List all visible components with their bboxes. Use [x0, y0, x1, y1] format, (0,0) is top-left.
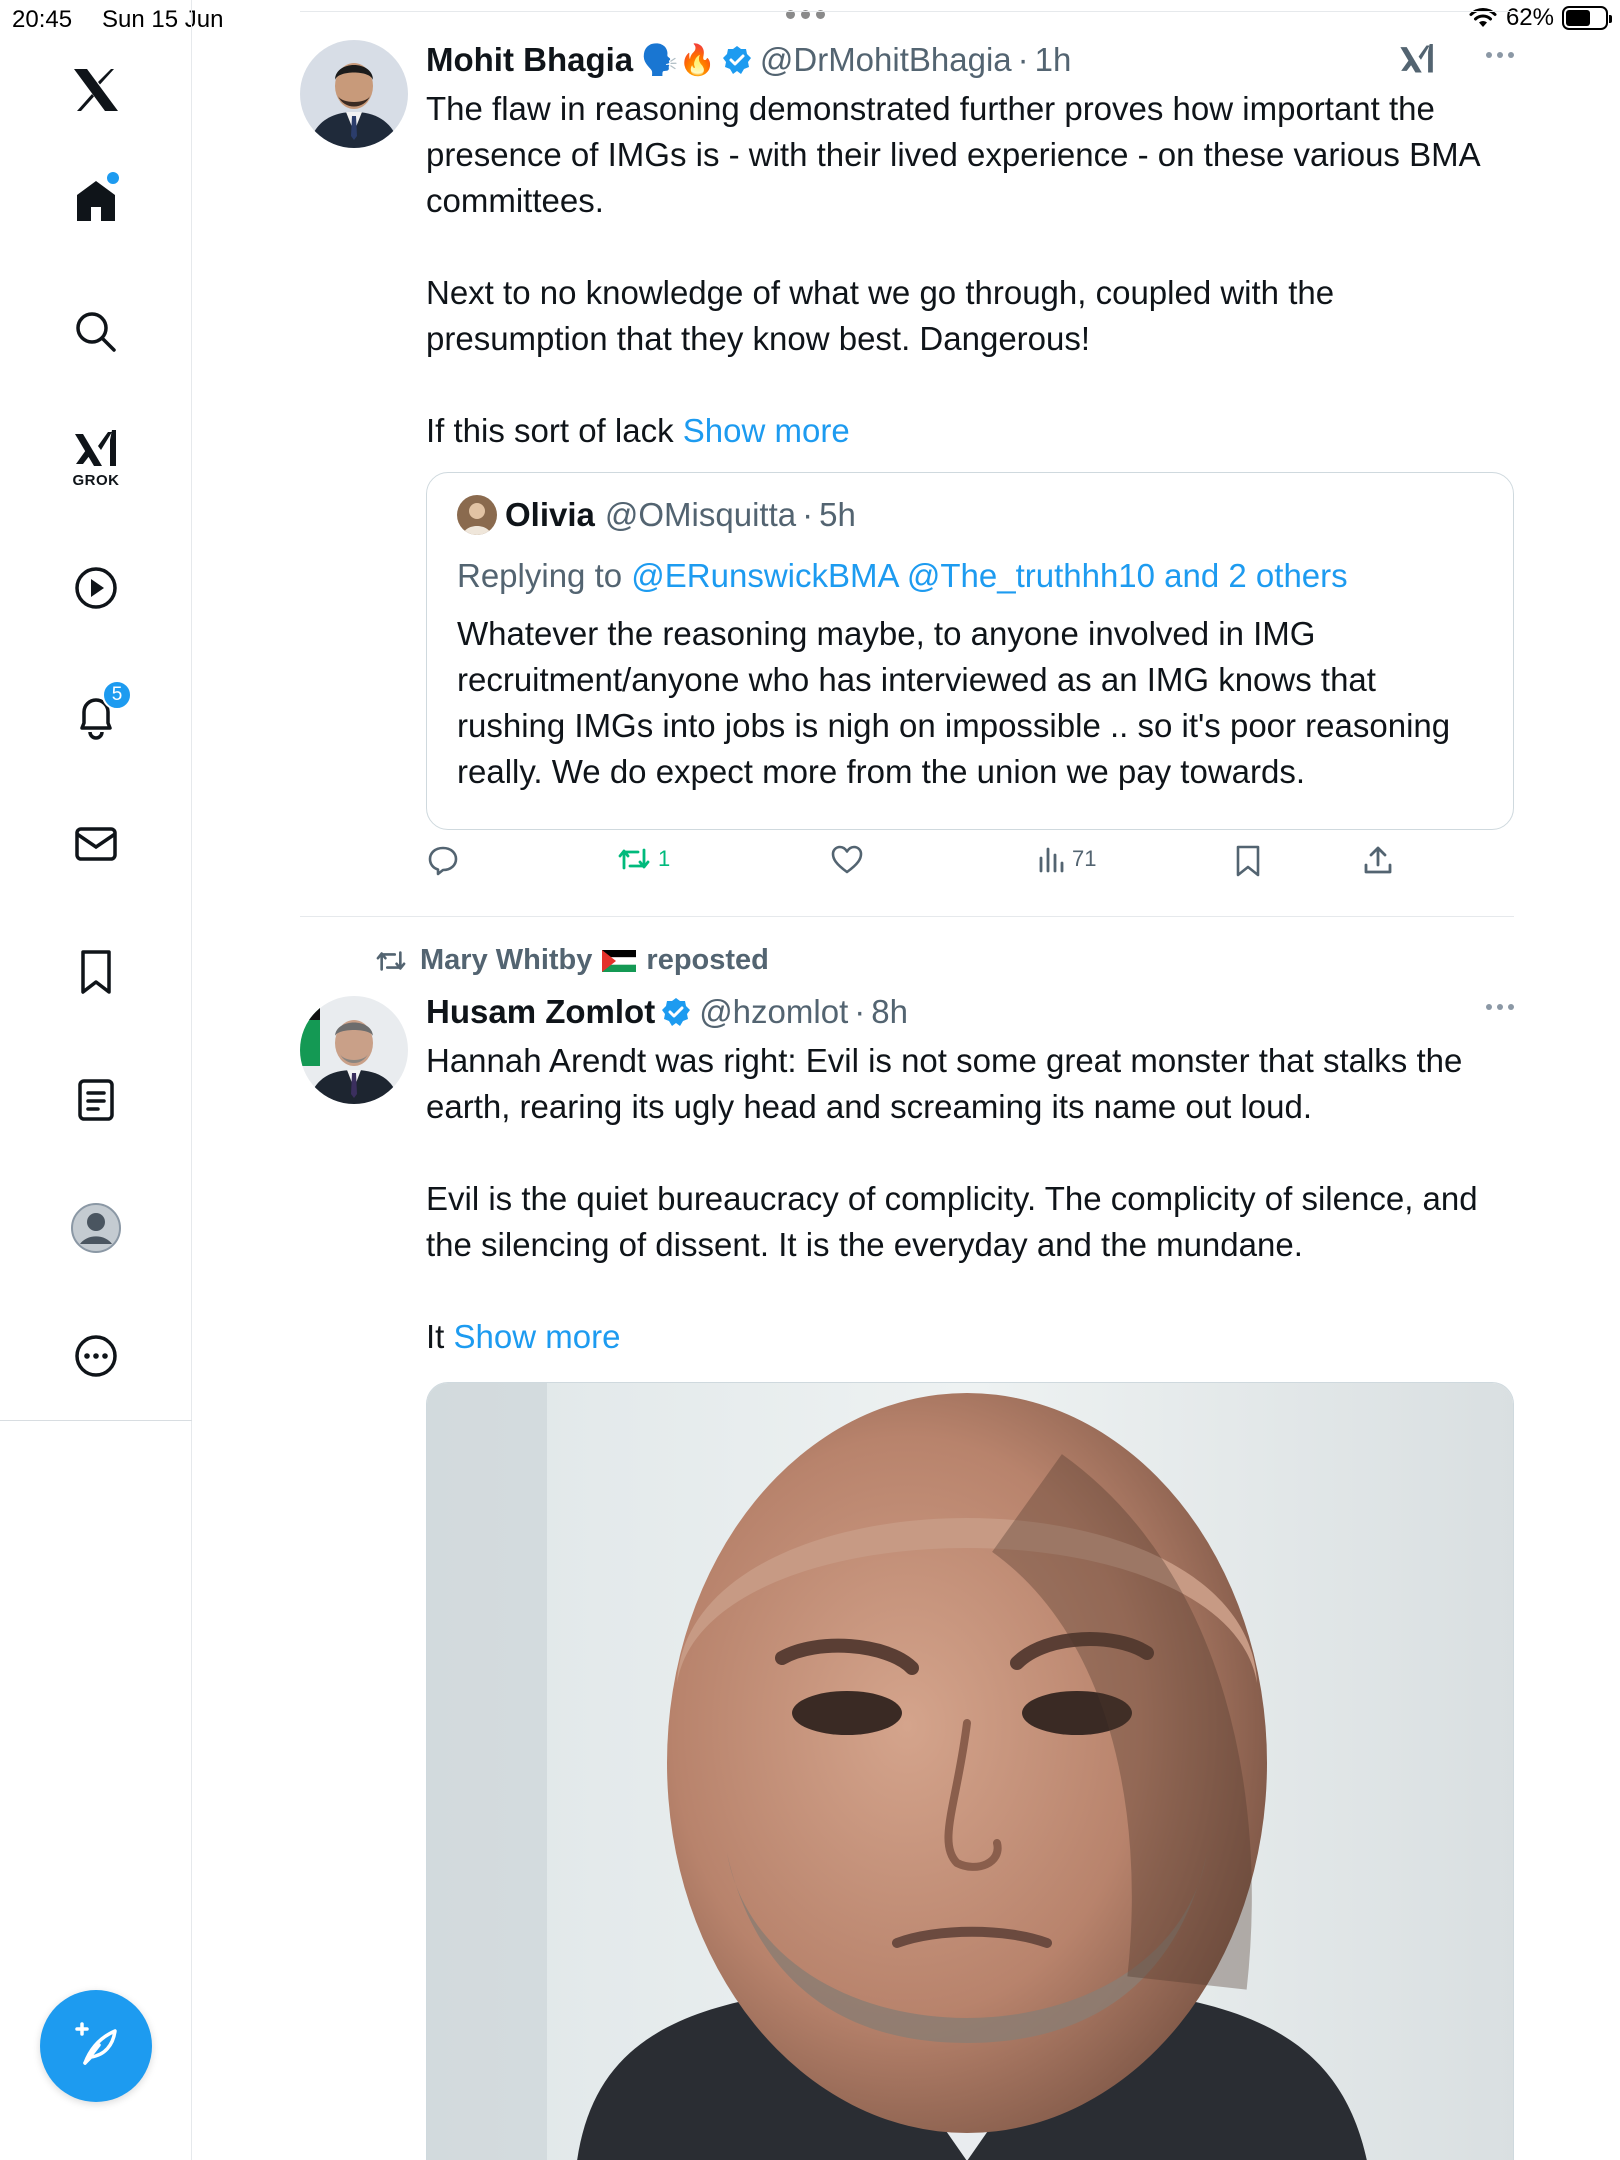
post-time[interactable]: 1h — [1035, 41, 1072, 79]
more-circle-icon — [75, 1335, 117, 1377]
profile-avatar-icon — [71, 1203, 121, 1253]
bookmark-icon — [1236, 845, 1260, 877]
quote-author-handle: @OMisquitta — [604, 496, 797, 533]
reply-button[interactable] — [426, 844, 460, 878]
sidebar-item-notifications[interactable]: 5 — [56, 676, 136, 756]
repost-small-icon — [376, 950, 406, 971]
post-paragraph: Evil is the quiet bureaucracy of complic… — [426, 1180, 1478, 1263]
bookmark-button[interactable] — [1234, 844, 1262, 878]
repost-icon — [618, 848, 650, 870]
quote-text: Whatever the reasoning maybe, to anyone … — [457, 615, 1451, 790]
author-avatar[interactable] — [300, 996, 408, 1104]
verified-badge-icon — [722, 46, 751, 74]
reposter-name: Mary Whitby — [420, 944, 593, 976]
post-text: The flaw in reasoning demonstrated furth… — [426, 86, 1514, 454]
sidebar-item-home[interactable] — [56, 160, 136, 240]
quote-time: 5h — [819, 496, 856, 533]
sidebar-item-bookmarks[interactable] — [56, 932, 136, 1012]
post-time[interactable]: 8h — [871, 993, 908, 1031]
reposted-label: reposted — [646, 944, 769, 976]
timeline-feed: Mohit Bhagia 🗣️🔥 @DrMohitBhagia · 1h The… — [300, 0, 1514, 2160]
post-text: Hannah Arendt was right: Evil is not som… — [426, 1038, 1514, 1360]
sidebar-divider — [0, 1420, 192, 1421]
sidebar-item-search[interactable] — [56, 292, 136, 372]
palestine-flag-icon — [602, 949, 637, 972]
views-count: 71 — [1072, 846, 1097, 871]
verified-badge-icon — [662, 998, 691, 1026]
search-icon — [76, 312, 116, 352]
show-more-link[interactable]: Show more — [454, 1318, 621, 1355]
grok-label: GROK — [72, 471, 120, 489]
replying-prefix: Replying to — [457, 557, 623, 594]
post-card[interactable]: Husam Zomlot @hzomlot · 8h Hannah Arendt… — [300, 990, 1514, 2160]
views-button[interactable]: 71 — [1036, 844, 1096, 874]
quote-header: Olivia @OMisquitta · 5h — [457, 495, 856, 535]
sidebar-item-grok[interactable]: GROK — [56, 418, 136, 498]
grok-analyze-icon[interactable] — [1398, 40, 1436, 78]
sidebar-item-video[interactable] — [56, 548, 136, 628]
reply-icon — [428, 846, 458, 876]
quote-author-avatar — [457, 495, 497, 535]
dot-separator: · — [1017, 41, 1029, 78]
post-more-icon[interactable] — [1486, 52, 1514, 58]
post-more-icon[interactable] — [1486, 1004, 1514, 1010]
author-handle[interactable]: @DrMohitBhagia — [760, 41, 1012, 79]
x-logo-icon[interactable] — [56, 50, 136, 130]
post-truncated-text: If this sort of lack — [426, 412, 674, 449]
home-unread-dot — [107, 172, 119, 184]
post-video[interactable] — [426, 1382, 1514, 2160]
post-truncated-text: It — [426, 1318, 445, 1355]
repost-count: 1 — [658, 846, 671, 871]
repost-button[interactable]: 1 — [616, 844, 670, 874]
share-button[interactable] — [1362, 844, 1394, 876]
sidebar-item-lists[interactable] — [56, 1060, 136, 1140]
notifications-badge: 5 — [102, 680, 132, 710]
post-actions: 1 71 — [426, 844, 1426, 894]
battery-icon — [1562, 6, 1612, 30]
video-play-icon — [75, 567, 117, 609]
dot-separator: · — [854, 993, 866, 1030]
video-thumbnail — [427, 1383, 1513, 2160]
sidebar-item-more[interactable] — [56, 1316, 136, 1396]
quote-replying-line: Replying to @ERunswickBMA @The_truthhh10… — [457, 553, 1348, 599]
author-name[interactable]: Mohit Bhagia — [426, 41, 633, 79]
sidebar-nav: GROK 5 — [0, 0, 192, 2160]
share-icon — [1364, 846, 1392, 874]
mail-icon — [75, 827, 117, 861]
author-name[interactable]: Husam Zomlot — [426, 993, 655, 1031]
post-header: Mohit Bhagia 🗣️🔥 @DrMohitBhagia · 1h — [426, 38, 1514, 82]
sidebar-item-messages[interactable] — [56, 804, 136, 884]
list-icon — [78, 1079, 114, 1121]
like-button[interactable] — [830, 844, 864, 876]
compose-feather-icon — [75, 2022, 117, 2065]
show-more-link[interactable]: Show more — [683, 412, 850, 449]
post-card[interactable]: Mohit Bhagia 🗣️🔥 @DrMohitBhagia · 1h The… — [300, 38, 1514, 898]
post-paragraph: Next to no knowledge of what we go throu… — [426, 274, 1335, 357]
views-chart-icon — [1039, 847, 1064, 873]
post-paragraph: The flaw in reasoning demonstrated furth… — [426, 90, 1479, 219]
sidebar-item-profile[interactable] — [56, 1188, 136, 1268]
bookmark-icon — [81, 950, 111, 994]
post-divider — [300, 916, 1514, 917]
author-handle[interactable]: @hzomlot — [699, 993, 848, 1031]
dot-separator: · — [802, 496, 814, 533]
compose-post-button[interactable] — [40, 1990, 152, 2102]
repost-context[interactable]: Mary Whitby reposted — [374, 944, 769, 977]
quote-author-name: Olivia — [505, 496, 595, 533]
post-header: Husam Zomlot @hzomlot · 8h — [426, 990, 1514, 1034]
grok-icon — [75, 429, 116, 466]
author-avatar[interactable] — [300, 40, 408, 148]
quoted-post[interactable]: Olivia @OMisquitta · 5h Replying to @ERu… — [426, 472, 1514, 830]
feed-top-divider — [300, 11, 1514, 12]
post-paragraph: Hannah Arendt was right: Evil is not som… — [426, 1042, 1463, 1125]
heart-icon — [831, 845, 863, 874]
replying-targets[interactable]: @ERunswickBMA @The_truthhh10 and 2 other… — [631, 557, 1347, 594]
author-emojis: 🗣️🔥 — [641, 43, 716, 77]
